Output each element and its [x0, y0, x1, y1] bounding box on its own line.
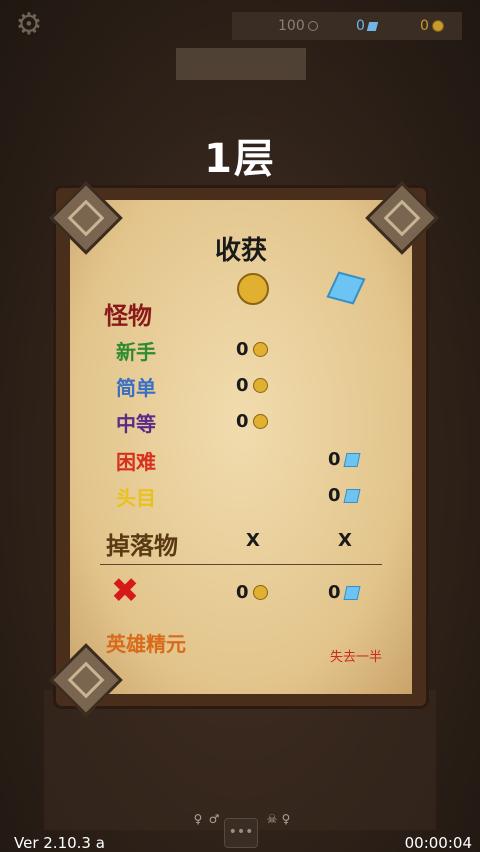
hero-essence-label: 英雄精元 — [106, 632, 186, 656]
difficulty-label: 新手 — [116, 340, 156, 364]
difficulty-gems: 0 — [328, 449, 361, 470]
difficulty-gems-value: 0 — [328, 485, 341, 506]
top-banner — [176, 48, 306, 80]
floor-title: 1层 — [204, 136, 276, 182]
gem-counter: 0 — [356, 18, 379, 34]
potion-icon: ♂ — [208, 812, 220, 826]
key-icon: ♀ — [281, 812, 291, 826]
version-label: Ver 2.10.3 a — [14, 834, 105, 852]
difficulty-label: 中等 — [116, 412, 156, 436]
cross-icon: ✖ — [110, 571, 140, 611]
gem-icon — [343, 585, 361, 600]
coin-icon — [237, 273, 269, 305]
difficulty-coins-value: 0 — [236, 339, 249, 360]
menu-icon[interactable]: ••• — [224, 818, 258, 848]
difficulty-coins-value: 0 — [236, 411, 249, 432]
difficulty-gems-value: 0 — [328, 449, 341, 470]
monsters-label: 怪物 — [104, 302, 152, 330]
total-gems: 0 — [328, 582, 361, 603]
total-coins: 0 — [236, 582, 268, 603]
background-door — [44, 690, 436, 830]
difficulty-coins: 0 — [236, 375, 268, 396]
difficulty-gems: 0 — [328, 485, 361, 506]
drops-label: 掉落物 — [106, 532, 178, 560]
difficulty-coins-value: 0 — [236, 375, 249, 396]
clock-count: 100 — [278, 18, 305, 34]
drops-gems: X — [338, 530, 352, 551]
difficulty-label: 困难 — [116, 450, 156, 474]
difficulty-label: 头目 — [116, 486, 156, 510]
gem-icon — [343, 452, 361, 467]
total-gems-value: 0 — [328, 582, 341, 603]
coin-count: 0 — [420, 18, 429, 34]
gem-icon — [366, 21, 379, 31]
coin-icon — [252, 378, 268, 393]
divider — [100, 564, 382, 565]
total-coins-value: 0 — [236, 582, 249, 603]
coin-icon — [252, 342, 268, 357]
clock-icon — [307, 21, 318, 31]
coin-icon — [431, 20, 444, 32]
difficulty-coins: 0 — [236, 411, 268, 432]
key-icon: ♀ — [193, 812, 203, 826]
gem-count: 0 — [356, 18, 365, 34]
harvest-title: 收获 — [214, 236, 267, 266]
difficulty-coins: 0 — [236, 339, 268, 360]
coin-icon — [252, 585, 268, 600]
gem-icon — [343, 488, 361, 503]
coin-icon — [252, 414, 268, 429]
difficulty-label: 简单 — [116, 376, 156, 400]
coin-counter: 0 — [420, 18, 444, 34]
half-lost-label: 失去一半 — [330, 650, 383, 665]
drops-coins: X — [246, 530, 260, 551]
clock-counter: 100 — [278, 18, 318, 34]
resource-bar: 100 0 0 — [232, 12, 462, 40]
elapsed-time: 00:00:04 — [404, 834, 472, 852]
gear-icon[interactable]: ⚙ — [14, 10, 44, 40]
